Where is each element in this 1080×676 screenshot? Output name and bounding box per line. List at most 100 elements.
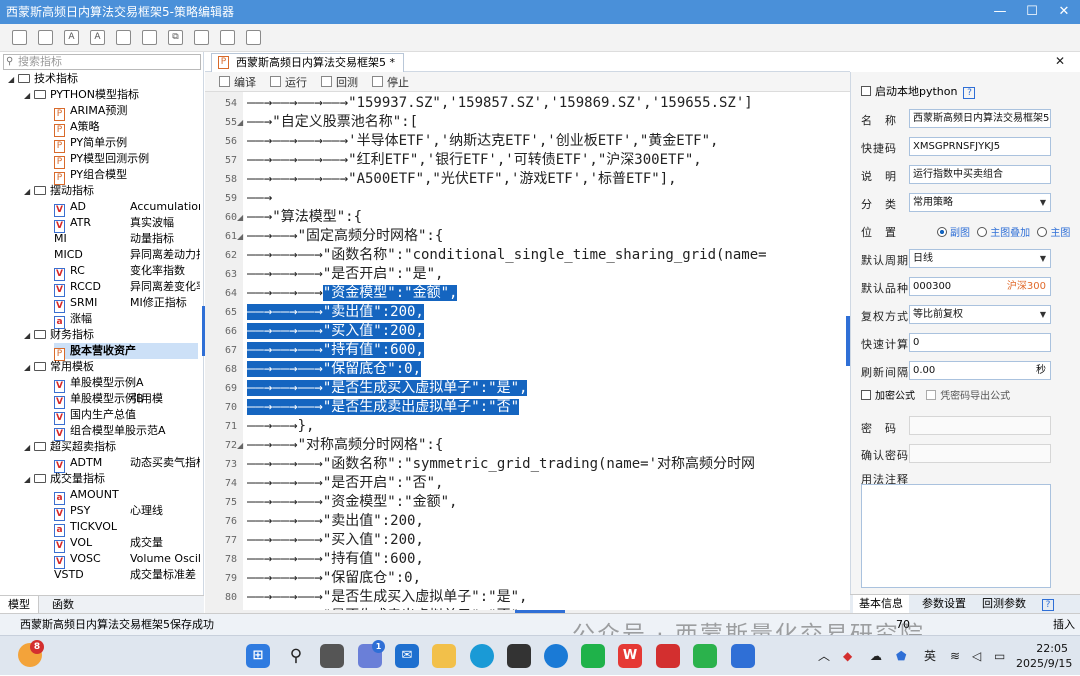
symbol-field[interactable]: 000300 沪深300 [909,277,1051,296]
wps-pdf-icon[interactable] [656,644,680,668]
tree-item[interactable]: MI 动量指标 [54,231,174,247]
expand-arrow-icon[interactable]: ◢ [24,328,34,344]
tree-item[interactable]: P A策略 [54,119,100,137]
wifi-icon[interactable]: ≋ [950,636,960,676]
expand-arrow-icon[interactable]: ◢ [8,72,18,88]
tab-params[interactable]: 参数设置 [916,595,972,614]
tray-cloud-icon[interactable]: ☁ [870,636,882,676]
chat-icon[interactable] [581,644,605,668]
tree-item[interactable]: a 涨幅 [54,311,92,329]
tab-model[interactable]: 模型 [0,596,39,614]
name-field[interactable]: 西蒙斯高频日内算法交易框架5 [909,109,1051,128]
search-icon[interactable]: ⚲ [284,644,308,668]
tray-overflow-icon[interactable]: ︿ [818,636,830,676]
fold-arrow-icon[interactable]: ◢ [237,113,243,132]
edge-dev-icon[interactable] [544,644,568,668]
tab-backtest-params[interactable]: 回测参数 [976,595,1032,614]
app-icon[interactable] [731,644,755,668]
enable-python-checkbox[interactable] [861,86,871,96]
font-decrease-icon[interactable]: A [64,30,79,45]
tree-folder[interactable]: ◢ 摆动指标 [24,183,94,199]
tree-item[interactable]: P PY模型回测示例 [54,151,149,169]
editor-tab[interactable]: P 西蒙斯高频日内算法交易框架5 * [211,53,404,72]
run-button[interactable]: 运行 [270,74,307,90]
position-radio-main[interactable] [1037,227,1048,237]
password-confirm-field[interactable] [909,444,1051,463]
position-radio-sub[interactable] [937,227,947,237]
list-icon[interactable] [194,30,209,45]
code-editor[interactable]: 54 ——→——→——→——→"159937.SZ",'159857.SZ','1… [205,92,845,610]
tree-folder[interactable]: ◢ 财务指标 [24,327,94,343]
wps-icon[interactable]: W [618,644,642,668]
wechat-icon[interactable] [693,644,717,668]
maximize-button[interactable]: ☐ [1016,0,1048,24]
tree-folder[interactable]: ◢ PYTHON模型指标 [24,87,139,103]
import-icon[interactable] [142,30,157,45]
expand-arrow-icon[interactable]: ◢ [24,360,34,376]
tab-function[interactable]: 函数 [44,596,82,614]
expand-arrow-icon[interactable]: ◢ [24,184,34,200]
export-checkbox[interactable] [926,390,937,400]
export-icon[interactable] [116,30,131,45]
close-button[interactable]: ✕ [1048,0,1080,24]
clock[interactable]: 22:05 2025/9/15 [1016,641,1072,671]
tree-item[interactable]: VSTD 成交量标准差 [54,567,196,583]
stop-button[interactable]: 停止 [372,74,409,90]
expand-arrow-icon[interactable]: ◢ [24,88,34,104]
tree-item[interactable]: V RC 变化率指数 [54,263,185,281]
tree-item[interactable]: V 单股模型示例B 引用模 [54,391,163,409]
adjust-select[interactable]: 等比前复权 [909,305,1051,324]
tray-shield-icon[interactable]: ⬟ [896,636,906,676]
fold-arrow-icon[interactable]: ◢ [237,436,243,455]
tree-item[interactable]: MICD 异同离差动力指数 [54,247,200,263]
shortcut-code-field[interactable]: XMSGPRNSFJYKJ5 [909,137,1051,156]
password-field[interactable] [909,416,1051,435]
position-radio-overlay[interactable] [977,227,988,237]
tree-item[interactable]: V 单股模型示例A [54,375,144,393]
encrypt-checkbox[interactable] [861,390,871,400]
task-view-icon[interactable] [320,644,344,668]
start-icon[interactable]: ⊞ [246,644,270,668]
tree-item[interactable]: a TICKVOL [54,519,117,537]
font-increase-icon[interactable]: A [90,30,105,45]
ime-indicator[interactable]: 英 [924,636,936,676]
fold-arrow-icon[interactable]: ◢ [237,227,243,246]
tree-item[interactable]: P ARIMA预测 [54,103,127,121]
help-icon[interactable]: ? [963,87,976,99]
tree-item[interactable]: V VOL 成交量 [54,535,163,553]
refresh-field[interactable]: 0.00 秒 [909,361,1051,380]
tree-item[interactable]: V 组合模型单股示范A [54,423,166,441]
image-icon[interactable] [246,30,261,45]
close-editor-icon[interactable]: ✕ [1055,54,1065,68]
enable-python-row[interactable]: 启动本地python? [861,83,976,99]
tree-folder[interactable]: ◢ 成交量指标 [24,471,105,487]
search-input[interactable]: ⚲ 搜索指标 [3,54,201,70]
tab-basic-info[interactable]: 基本信息 [853,595,909,614]
category-select[interactable]: 常用策略 [909,193,1051,212]
volume-icon[interactable]: ◁ [972,636,981,676]
tree-item[interactable]: VADAccumulation or [54,199,200,217]
tree-item[interactable]: V ADTM 动态买卖气指标 [54,455,200,473]
tree-item[interactable]: a AMOUNT [54,487,119,505]
compile-button[interactable]: 编译 [219,74,256,90]
tree-item[interactable]: V ATR 真实波幅 [54,215,174,233]
tree-folder[interactable]: ◢ 技术指标 [8,71,78,87]
tree-item[interactable]: P 股本营收资产 [54,343,198,361]
minimize-button[interactable]: — [984,0,1016,24]
backtest-button[interactable]: 回测 [321,74,358,90]
mail-icon[interactable]: ✉ [395,644,419,668]
store-icon[interactable]: 1 [358,640,385,668]
expand-arrow-icon[interactable]: ◢ [24,472,34,488]
copy-icon[interactable]: ⧉ [168,30,183,45]
save-all-icon[interactable] [38,30,53,45]
tree-folder[interactable]: ◢ 常用模板 [24,359,94,375]
help-icon[interactable]: ? [1042,599,1054,611]
battery-icon[interactable]: ▭ [994,636,1005,676]
settings-icon[interactable] [220,30,235,45]
tree-item[interactable]: V RCCD 异同离差变化率 [54,279,200,297]
expand-arrow-icon[interactable]: ◢ [24,440,34,456]
widget-icon[interactable]: 8 [18,640,44,667]
description-field[interactable]: 运行指数中买卖组合 [909,165,1051,184]
tree-item[interactable]: VVOSCVolume Oscilla [54,551,200,569]
fast-calc-field[interactable]: 0 [909,333,1051,352]
